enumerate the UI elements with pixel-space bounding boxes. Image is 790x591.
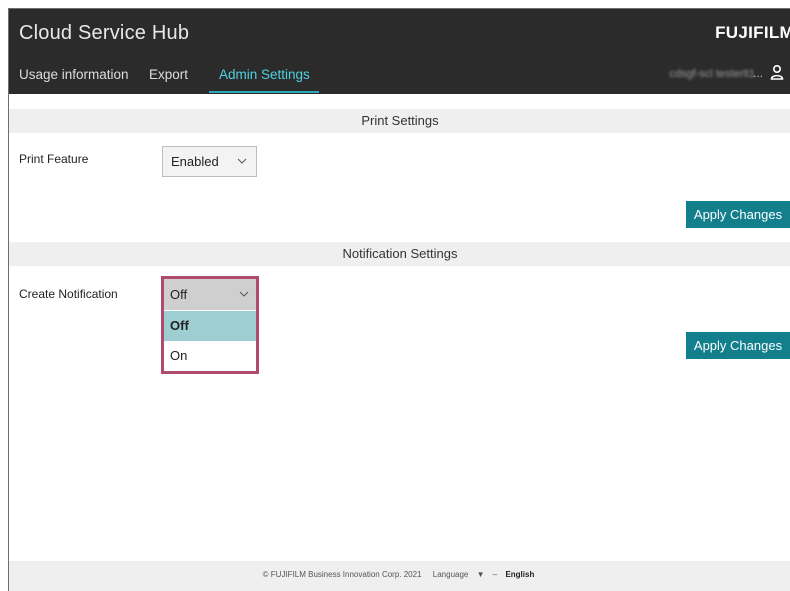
active-tab-indicator bbox=[209, 91, 319, 93]
brand-logo: FUJIFILM bbox=[715, 23, 790, 42]
language-separator: – bbox=[492, 570, 498, 579]
nav-admin-settings[interactable]: Admin Settings bbox=[219, 67, 310, 82]
language-selector[interactable]: Language ▼ – English bbox=[430, 570, 538, 579]
print-feature-value: Enabled bbox=[171, 154, 219, 169]
notification-settings-header: Notification Settings bbox=[9, 242, 790, 266]
print-settings-header: Print Settings bbox=[9, 109, 790, 133]
app-header: Cloud Service Hub FUJIFILM Usage informa… bbox=[9, 9, 790, 94]
create-notification-label: Create Notification bbox=[19, 287, 118, 301]
app-window: Cloud Service Hub FUJIFILM Usage informa… bbox=[8, 8, 790, 591]
print-feature-select[interactable]: Enabled bbox=[162, 146, 257, 177]
user-name-ellipsis: ... bbox=[752, 66, 763, 80]
create-notification-value: Off bbox=[170, 287, 188, 302]
language-label: Language bbox=[432, 570, 469, 579]
language-value: English bbox=[505, 570, 535, 579]
print-apply-changes-button[interactable]: Apply Changes bbox=[686, 201, 790, 228]
copyright-text: © FUJIFILM Business Innovation Corp. 202… bbox=[262, 570, 422, 579]
print-feature-label: Print Feature bbox=[19, 152, 89, 166]
user-icon[interactable] bbox=[769, 64, 785, 80]
dropdown-option-on[interactable]: On bbox=[164, 341, 256, 371]
user-name[interactable]: cdsgf-scl testerlt1 bbox=[669, 68, 755, 80]
dropdown-option-off[interactable]: Off bbox=[164, 311, 256, 341]
caret-down-icon: ▼ bbox=[476, 570, 485, 579]
notification-apply-changes-button[interactable]: Apply Changes bbox=[686, 332, 790, 359]
create-notification-dropdown: Off Off On bbox=[161, 276, 259, 374]
create-notification-select[interactable]: Off bbox=[164, 279, 256, 310]
page-footer: © FUJIFILM Business Innovation Corp. 202… bbox=[9, 561, 790, 591]
app-title: Cloud Service Hub bbox=[19, 22, 190, 44]
chevron-down-icon bbox=[239, 291, 249, 297]
chevron-down-icon bbox=[237, 158, 247, 164]
nav-usage-information[interactable]: Usage information bbox=[19, 67, 129, 82]
nav-export[interactable]: Export bbox=[149, 67, 188, 82]
